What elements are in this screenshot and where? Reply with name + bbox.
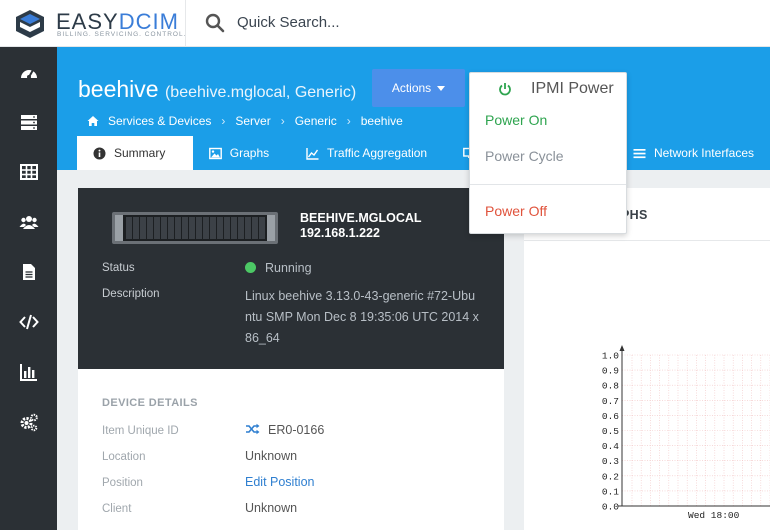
unique-id-label: Item Unique ID xyxy=(102,425,179,437)
y-tick-label: 0.7 xyxy=(602,396,619,407)
status-text: Running xyxy=(265,261,312,275)
location-value: Unknown xyxy=(245,449,298,463)
actions-button[interactable]: Actions xyxy=(372,69,465,107)
y-tick-label: 0.5 xyxy=(602,426,619,437)
location-label: Location xyxy=(102,451,146,463)
breadcrumb-separator-icon: › xyxy=(280,114,285,128)
users-icon xyxy=(19,216,38,229)
power-icon xyxy=(499,83,511,96)
actions-label: Actions xyxy=(391,81,432,95)
y-tick-label: 0.9 xyxy=(602,366,619,377)
x-tick-label: Wed 18:00 xyxy=(688,510,740,521)
gears-icon xyxy=(20,413,38,432)
breadcrumb-server[interactable]: Server xyxy=(235,114,270,128)
document-icon xyxy=(22,264,35,280)
device-card: BEEHIVE.MGLOCAL 192.168.1.222 Status Run… xyxy=(78,188,504,530)
sidebar-item-servers[interactable] xyxy=(0,102,57,142)
breadcrumb-separator-icon: › xyxy=(221,114,226,128)
y-tick-label: 0.4 xyxy=(602,441,619,452)
menu-divider xyxy=(470,184,626,185)
sidebar-item-code[interactable] xyxy=(0,302,57,342)
info-icon xyxy=(93,147,106,159)
usage-graph: 1.0 0.9 0.8 0.7 0.6 0.5 0.4 0.3 0.2 0.1 0.0 Wed 18… xyxy=(602,345,770,521)
tab-summary-label: Summary xyxy=(114,146,166,160)
logo-mark-icon xyxy=(16,10,44,38)
tab-traffic-aggregation-label: Traffic Aggregation xyxy=(327,146,428,160)
unique-id-text: ER0-0166 xyxy=(268,423,325,437)
status-value: Running xyxy=(245,261,312,275)
code-icon xyxy=(18,314,39,330)
unique-id-value: ER0-0166 xyxy=(245,423,324,437)
tab-graphs-label: Graphs xyxy=(229,146,270,160)
y-tick-label: 0.2 xyxy=(602,471,619,482)
status-label: Status xyxy=(102,262,135,274)
tab-network-interfaces-label: Network Interfaces xyxy=(653,146,754,160)
sidebar-item-table[interactable] xyxy=(0,152,57,192)
sidebar-item-documents[interactable] xyxy=(0,252,57,292)
breadcrumb: Services & Devices › Server › Generic › … xyxy=(87,114,403,128)
search-icon[interactable] xyxy=(205,13,225,33)
tab-network-interfaces[interactable]: Network Interfaces xyxy=(619,136,770,170)
y-tick-label: 0.8 xyxy=(602,381,619,392)
power-on-item[interactable]: Power On xyxy=(485,112,547,128)
graphs-panel: PHS 1.0 0.9 0.8 0.7 0.6 0.5 0.4 0.3 0.2 0.1 0.0 We… xyxy=(524,188,770,530)
y-tick-label: 0.0 xyxy=(602,502,619,513)
breadcrumb-generic[interactable]: Generic xyxy=(295,114,337,128)
server-rack-image xyxy=(112,212,278,244)
position-label: Position xyxy=(102,477,143,489)
topbar-divider xyxy=(185,0,186,47)
sidebar-item-settings[interactable] xyxy=(0,402,57,442)
breadcrumb-current: beehive xyxy=(360,114,403,128)
tab-traffic-aggregation[interactable]: Traffic Aggregation xyxy=(290,136,447,170)
power-cycle-item[interactable]: Power Cycle xyxy=(485,148,564,164)
device-summary-panel: BEEHIVE.MGLOCAL 192.168.1.222 Status Run… xyxy=(78,188,504,369)
page-header: beehive (beehive.mglocal, Generic) Actio… xyxy=(57,47,770,170)
client-value: Unknown xyxy=(245,501,298,515)
device-subtitle: (beehive.mglocal, Generic) xyxy=(164,84,357,101)
y-tick-label: 1.0 xyxy=(602,351,619,362)
device-hostname: BEEHIVE.MGLOCAL xyxy=(300,211,422,225)
table-icon xyxy=(19,164,38,180)
list-icon xyxy=(633,148,646,158)
ipmi-power-header: IPMI Power xyxy=(470,73,626,105)
device-ip: 192.168.1.222 xyxy=(300,226,380,240)
power-off-item[interactable]: Power Off xyxy=(485,203,547,219)
sidebar-item-dashboard[interactable] xyxy=(0,54,57,94)
device-host-info: BEEHIVE.MGLOCAL 192.168.1.222 xyxy=(300,211,422,241)
search-input[interactable]: Quick Search... xyxy=(237,14,340,31)
sidebar-item-reports[interactable] xyxy=(0,352,57,392)
y-tick-label: 0.6 xyxy=(602,411,619,422)
home-icon[interactable] xyxy=(87,115,99,127)
y-tick-label: 0.1 xyxy=(602,486,619,497)
shuffle-icon xyxy=(246,423,260,435)
tab-bar: Summary Graphs Traffic Aggregation Netwo… xyxy=(77,136,770,170)
breadcrumb-services[interactable]: Services & Devices xyxy=(108,114,211,128)
brand-tagline: BILLING. SERVICING. CONTROL. xyxy=(57,31,187,38)
device-name: beehive xyxy=(78,76,159,102)
status-indicator xyxy=(245,262,256,273)
top-bar: EASYDCIM BILLING. SERVICING. CONTROL. Qu… xyxy=(0,0,770,47)
device-details-title: DEVICE DETAILS xyxy=(102,397,198,409)
tab-summary[interactable]: Summary xyxy=(77,136,193,170)
brand-logo[interactable]: EASYDCIM BILLING. SERVICING. CONTROL. xyxy=(14,6,187,42)
sidebar-item-users[interactable] xyxy=(0,202,57,242)
tab-graphs[interactable]: Graphs xyxy=(193,136,290,170)
dashboard-icon xyxy=(20,69,37,79)
area-chart-icon xyxy=(306,147,319,160)
sidebar xyxy=(0,47,57,530)
edit-position-link[interactable]: Edit Position xyxy=(245,475,314,489)
page-title: beehive (beehive.mglocal, Generic) xyxy=(78,76,356,103)
client-label: Client xyxy=(102,503,132,515)
y-tick-label: 0.3 xyxy=(602,456,619,467)
servers-icon xyxy=(20,115,37,130)
caret-down-icon xyxy=(437,85,446,91)
description-value: Linux beehive 3.13.0-43-generic #72-Ubun… xyxy=(245,289,479,345)
breadcrumb-separator-icon: › xyxy=(346,114,351,128)
ipmi-power-label: IPMI Power xyxy=(531,80,614,97)
bar-chart-icon xyxy=(19,364,37,381)
graphs-panel-divider xyxy=(524,240,770,241)
ipmi-power-menu: IPMI Power Power On Power Cycle Power Of… xyxy=(469,72,627,234)
description-label: Description xyxy=(102,288,160,300)
image-icon xyxy=(208,147,222,159)
